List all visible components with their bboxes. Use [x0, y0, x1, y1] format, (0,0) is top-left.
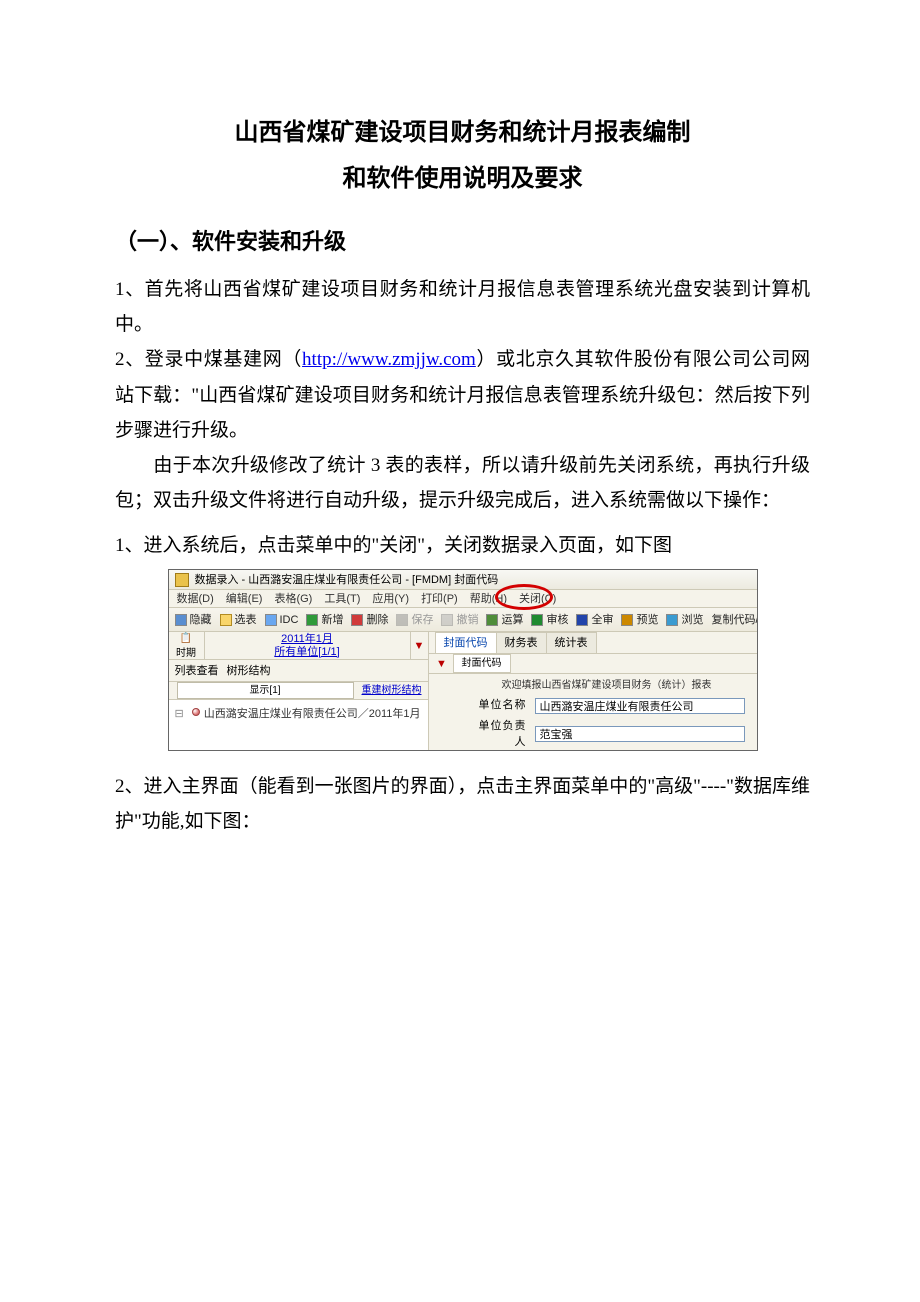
para-upgrade-note-text: 由于本次升级修改了统计 3 表的表样，所以请升级前先关闭系统，再执行升级包；双击… [115, 455, 810, 511]
save-icon [396, 614, 408, 626]
field-unit-name[interactable]: 山西潞安温庄煤业有限责任公司 [535, 698, 745, 714]
tb-idc[interactable]: IDC [265, 612, 299, 629]
doc-title: 山西省煤矿建设项目财务和统计月报表编制 [115, 110, 810, 156]
section-1-header: （一）、软件安装和升级 [115, 225, 810, 258]
rebuild-tree-link[interactable]: 重建树形结构 [362, 683, 422, 698]
form-area: 欢迎填报山西省煤矿建设项目财务（统计）报表 单位名称 山西潞安温庄煤业有限责任公… [429, 674, 757, 755]
p2-pre: 2、登录中煤基建网（ [115, 349, 302, 370]
allcheck-icon [576, 614, 588, 626]
tb-view[interactable]: 浏览 [666, 612, 703, 629]
step-2: 2、进入主界面（能看到一张图片的界面），点击主界面菜单中的"高级"----"数据… [115, 769, 810, 839]
delete-icon [351, 614, 363, 626]
form-welcome-title: 欢迎填报山西省煤矿建设项目财务（统计）报表 [469, 678, 745, 693]
hide-icon [175, 614, 187, 626]
unit-list-header: 列表查看 树形结构 [169, 660, 428, 682]
menu-data[interactable]: 数据(D) [177, 591, 214, 608]
app-icon [175, 573, 189, 587]
tb-copycode[interactable]: 复制代码/有 [711, 612, 756, 629]
doc-subtitle: 和软件使用说明及要求 [115, 156, 810, 202]
tb-select[interactable]: 选表 [220, 612, 257, 629]
app-content: 📋 时期 2011年1月 所有单位[1/1] ▼ 列表查看 树形结构 显示[1]… [169, 632, 757, 750]
view-icon [666, 614, 678, 626]
display-count: 显示[1] [177, 682, 354, 699]
tab-stats[interactable]: 统计表 [546, 632, 597, 654]
tb-prev[interactable]: 预览 [621, 612, 658, 629]
sub-tab-row: ▼ 封面代码 [429, 654, 757, 674]
menu-edit[interactable]: 编辑(E) [226, 591, 263, 608]
tb-calc[interactable]: 运算 [486, 612, 523, 629]
tree-node-label[interactable]: 山西潞安温庄煤业有限责任公司／2011年1月 [204, 706, 421, 723]
para-install-1: 1、首先将山西省煤矿建设项目财务和统计月报信息表管理系统光盘安装到计算机中。 [115, 272, 810, 342]
check-icon [531, 614, 543, 626]
period-icon: 📋 [180, 631, 192, 646]
tb-hide[interactable]: 隐藏 [175, 612, 212, 629]
left-panel: 📋 时期 2011年1月 所有单位[1/1] ▼ 列表查看 树形结构 显示[1]… [169, 632, 429, 750]
idc-icon [265, 614, 277, 626]
unit-list-sub: 显示[1] 重建树形结构 [169, 682, 428, 700]
menu-help[interactable]: 帮助(H) [470, 591, 507, 608]
zmjjw-link[interactable]: http://www.zmjjw.com [302, 349, 476, 370]
sheet-tabs: 封面代码 财务表 统计表 [429, 632, 757, 654]
subtab-cover[interactable]: 封面代码 [453, 654, 511, 673]
step-1: 1、进入系统后，点击菜单中的"关闭"，关闭数据录入页面，如下图 [115, 528, 810, 563]
window-titlebar: 数据录入 - 山西潞安温庄煤业有限责任公司 - [FMDM] 封面代码 [169, 570, 757, 590]
tb-save: 保存 [396, 612, 433, 629]
toolbar: 隐藏 选表 IDC 新增 删除 保存 撤销 运算 审核 全审 预览 浏览 复制代… [169, 608, 757, 632]
new-icon [306, 614, 318, 626]
tab-cover[interactable]: 封面代码 [435, 632, 497, 654]
preview-icon [621, 614, 633, 626]
tb-undo: 撤销 [441, 612, 478, 629]
period-link-date[interactable]: 2011年1月 [281, 633, 333, 646]
undo-icon [441, 614, 453, 626]
tab-finance[interactable]: 财务表 [496, 632, 547, 654]
para-upgrade-note: 由于本次升级修改了统计 3 表的表样，所以请升级前先关闭系统，再执行升级包；双击… [115, 448, 810, 518]
period-dropdown-arrow[interactable]: ▼ [410, 632, 428, 659]
unit-tree: ⊟ 山西潞安温庄煤业有限责任公司／2011年1月 [169, 700, 428, 750]
menu-close[interactable]: 关闭(C) [519, 591, 556, 608]
lbl-unit-name: 单位名称 [469, 697, 527, 714]
menu-print[interactable]: 打印(P) [421, 591, 458, 608]
tree-node-icon [192, 708, 200, 716]
tree-view-label[interactable]: 树形结构 [227, 663, 271, 680]
period-link-units[interactable]: 所有单位[1/1] [274, 646, 339, 659]
window-title-text: 数据录入 - 山西潞安温庄煤业有限责任公司 - [FMDM] 封面代码 [195, 572, 499, 589]
period-label: 时期 [176, 646, 196, 661]
tb-allchk[interactable]: 全审 [576, 612, 613, 629]
tb-check[interactable]: 审核 [531, 612, 568, 629]
field-unit-leader[interactable]: 范宝强 [535, 726, 745, 742]
para-install-2: 2、登录中煤基建网（http://www.zmjjw.com）或北京久其软件股份… [115, 342, 810, 447]
tb-del[interactable]: 删除 [351, 612, 388, 629]
right-panel: 封面代码 财务表 统计表 ▼ 封面代码 欢迎填报山西省煤矿建设项目财务（统计）报… [429, 632, 757, 750]
list-view-label[interactable]: 列表查看 [175, 663, 219, 680]
select-icon [220, 614, 232, 626]
embedded-app-screenshot: 数据录入 - 山西潞安温庄煤业有限责任公司 - [FMDM] 封面代码 数据(D… [168, 569, 758, 751]
period-selector: 📋 时期 2011年1月 所有单位[1/1] ▼ [169, 632, 428, 660]
menu-tool[interactable]: 工具(T) [324, 591, 360, 608]
lbl-unit-leader: 单位负责人 [469, 718, 527, 751]
menu-bar: 数据(D) 编辑(E) 表格(G) 工具(T) 应用(Y) 打印(P) 帮助(H… [169, 590, 757, 608]
menu-table[interactable]: 表格(G) [274, 591, 312, 608]
tb-new[interactable]: 新增 [306, 612, 343, 629]
subtab-dropdown-arrow[interactable]: ▼ [435, 656, 449, 673]
menu-app[interactable]: 应用(Y) [372, 591, 409, 608]
calc-icon [486, 614, 498, 626]
